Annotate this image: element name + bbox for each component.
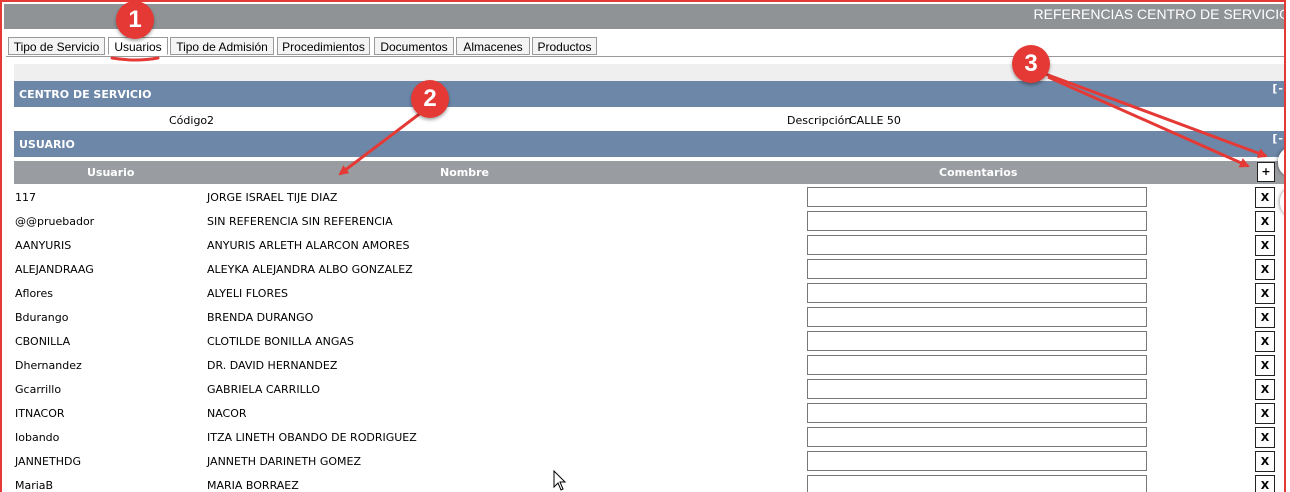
tab-underline-annotation: [110, 56, 160, 62]
annotation-marker-1: 1: [116, 2, 154, 39]
arrow-3a: [1047, 75, 1250, 168]
annotation-marker-2: 2: [411, 80, 449, 118]
arrow-3b: [1039, 70, 1268, 158]
mouse-cursor-icon: [553, 470, 567, 491]
app-window: REFERENCIAS CENTRO DE SERVICIO Tipo de S…: [0, 0, 1286, 492]
annotation-marker-3: 3: [1012, 45, 1050, 83]
annotation-arrows: [110, 56, 1268, 176]
arrow-2: [338, 110, 423, 176]
